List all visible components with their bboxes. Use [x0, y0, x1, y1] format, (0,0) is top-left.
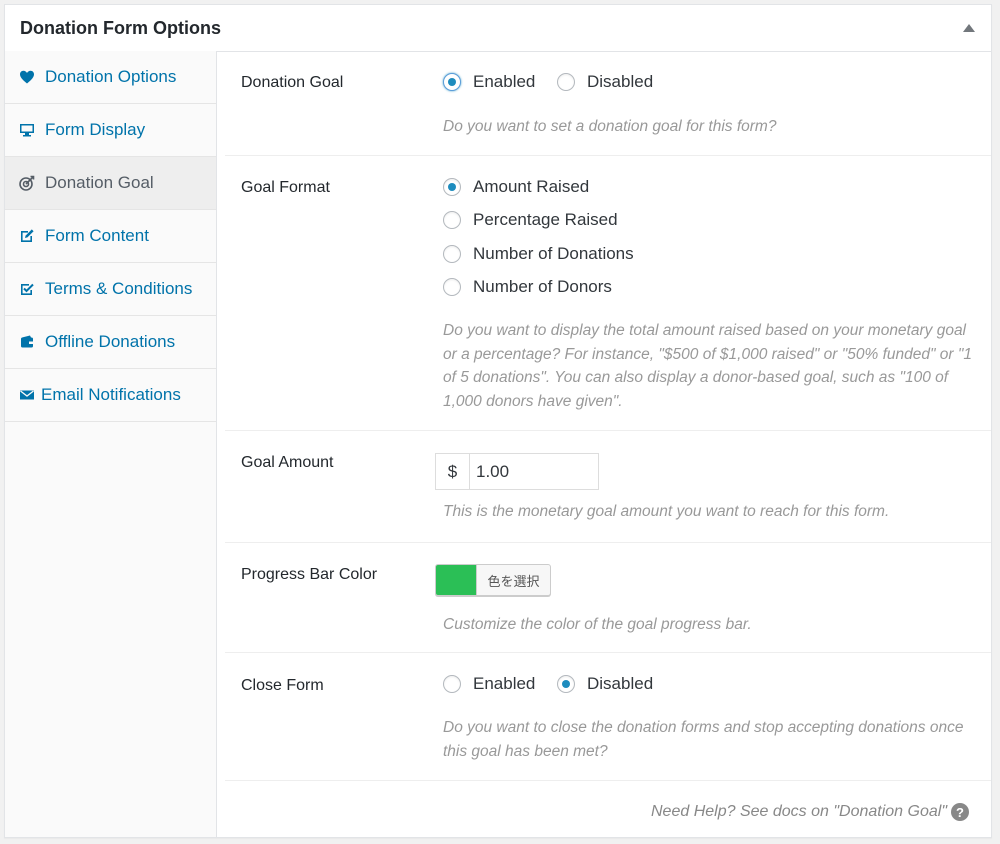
color-picker-button[interactable]: 色を選択 [435, 564, 551, 596]
progress-bar-color-description: Customize the color of the goal progress… [443, 616, 752, 633]
radio-unselected[interactable] [443, 278, 461, 296]
goal-format-number-of-donors-radio[interactable]: Number of Donors [443, 277, 612, 297]
radio-label: Disabled [587, 674, 654, 693]
sidebar-item-form-content[interactable]: Form Content [5, 210, 216, 263]
panel-header: Donation Form Options [5, 5, 991, 52]
donation-goal-disabled-radio[interactable]: Disabled [557, 72, 653, 92]
donation-goal-description: Do you want to set a donation goal for t… [443, 118, 777, 135]
goal-format-amount-raised-radio[interactable]: Amount Raised [443, 177, 589, 197]
help-link[interactable]: Need Help? See docs on "Donation Goal" ? [651, 803, 969, 821]
progress-bar-color-label: Progress Bar Color [241, 566, 378, 583]
radio-selected[interactable] [443, 73, 461, 91]
radio-unselected[interactable] [443, 245, 461, 263]
sidebar-item-label: Form Display [45, 120, 146, 139]
sidebar-item-email-notifications[interactable]: Email Notifications [5, 369, 216, 422]
sidebar-item-terms-conditions[interactable]: Terms & Conditions [5, 263, 216, 316]
target-icon [18, 174, 36, 192]
radio-label: Number of Donations [473, 244, 634, 263]
close-form-disabled-radio[interactable]: Disabled [557, 674, 653, 694]
sidebar-item-label: Email Notifications [41, 385, 181, 404]
goal-amount-description: This is the monetary goal amount you wan… [443, 503, 890, 520]
radio-label: Disabled [587, 72, 654, 91]
help-text: Need Help? See docs on "Donation Goal" [651, 803, 947, 820]
sidebar-item-label: Donation Options [45, 67, 177, 86]
sidebar-item-label: Donation Goal [45, 173, 154, 192]
panel-title: Donation Form Options [20, 18, 221, 38]
goal-format-percentage-raised-radio[interactable]: Percentage Raised [443, 210, 618, 230]
sidebar-item-label: Offline Donations [45, 332, 176, 351]
radio-label: Number of Donors [473, 277, 612, 296]
heart-icon [18, 68, 36, 86]
monitor-icon [18, 121, 36, 139]
help-question-icon[interactable]: ? [951, 803, 969, 821]
donation-goal-enabled-radio[interactable]: Enabled [443, 72, 535, 92]
radio-selected[interactable] [557, 675, 575, 693]
sidebar-item-donation-options[interactable]: Donation Options [5, 51, 216, 104]
checkbox-icon [18, 280, 36, 298]
goal-format-row: Goal Format Amount Raised Percentage Rai… [225, 155, 991, 431]
close-form-description: Do you want to close the donation forms … [443, 719, 964, 760]
radio-unselected[interactable] [443, 675, 461, 693]
radio-label: Amount Raised [473, 177, 590, 196]
sidebar: Donation Options Form Display Donation G… [5, 51, 217, 837]
goal-amount-input[interactable] [470, 454, 598, 489]
donation-goal-label: Donation Goal [241, 74, 344, 91]
sidebar-item-donation-goal[interactable]: Donation Goal [5, 157, 216, 210]
goal-format-description: Do you want to display the total amount … [443, 322, 973, 410]
wallet-icon [18, 333, 36, 351]
radio-label: Enabled [473, 674, 536, 693]
color-picker-label: 色を選択 [476, 565, 550, 595]
radio-label: Percentage Raised [473, 210, 618, 229]
radio-selected[interactable] [443, 178, 461, 196]
close-form-label: Close Form [241, 677, 324, 694]
progress-bar-color-row: Progress Bar Color Customize the color o… [225, 542, 991, 653]
goal-amount-label: Goal Amount [241, 454, 334, 471]
color-swatch[interactable] [436, 565, 476, 595]
goal-format-number-of-donations-radio[interactable]: Number of Donations [443, 244, 634, 264]
envelope-icon [18, 386, 36, 404]
radio-unselected[interactable] [443, 211, 461, 229]
goal-amount-field: $ [435, 453, 599, 490]
donation-goal-row: Donation Goal Enabled Disabled Do you wa… [225, 51, 991, 156]
sidebar-item-form-display[interactable]: Form Display [5, 104, 216, 157]
close-form-row: Close Form Enabled Disabled Do you want … [225, 652, 991, 781]
settings-content: Donation Goal Enabled Disabled Do you wa… [217, 51, 991, 837]
goal-amount-row: Goal Amount This is the monetary goal am… [225, 430, 991, 543]
radio-label: Enabled [473, 72, 536, 91]
sidebar-item-label: Terms & Conditions [45, 279, 193, 298]
donation-form-options-panel: Donation Form Options Donation Options F… [4, 4, 992, 838]
radio-unselected[interactable] [557, 73, 575, 91]
collapse-toggle-icon[interactable] [963, 24, 975, 32]
close-form-enabled-radio[interactable]: Enabled [443, 674, 535, 694]
sidebar-item-offline-donations[interactable]: Offline Donations [5, 316, 216, 369]
currency-symbol: $ [436, 454, 470, 489]
goal-format-label: Goal Format [241, 179, 330, 196]
sidebar-item-label: Form Content [45, 226, 149, 245]
edit-icon [18, 227, 36, 245]
